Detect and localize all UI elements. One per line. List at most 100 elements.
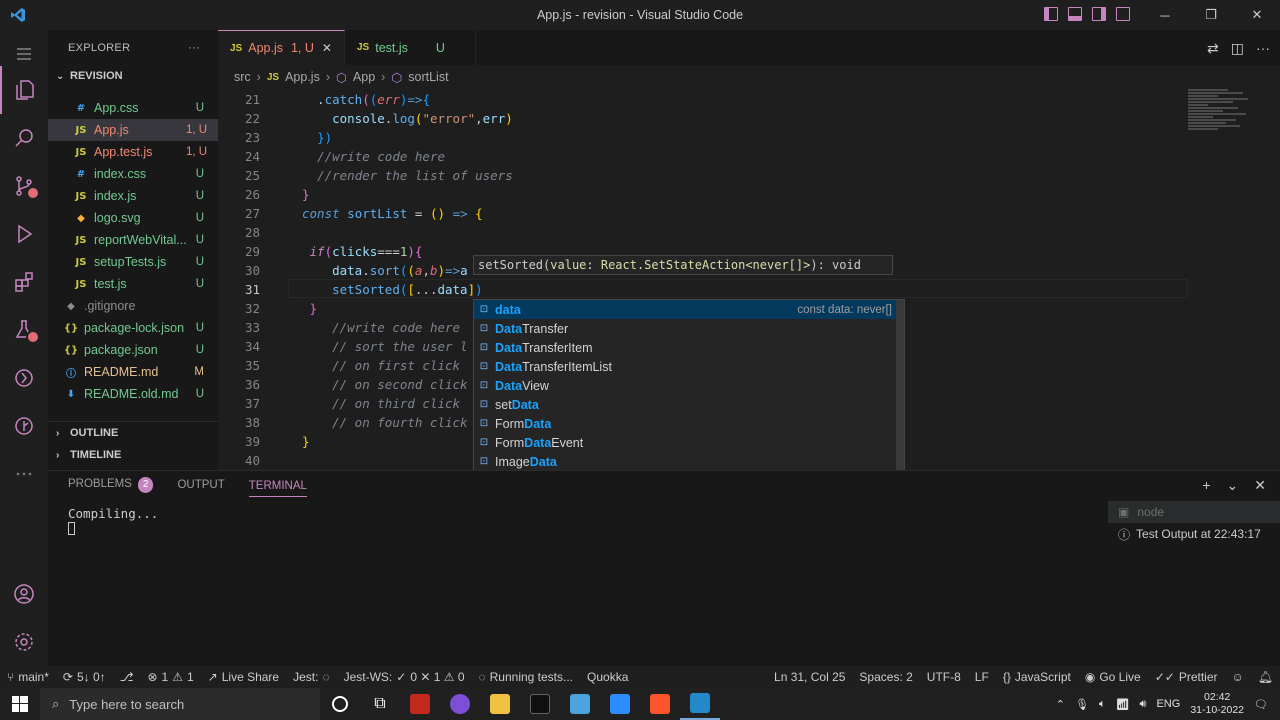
suggestion-item[interactable]: ⊡ DataView	[474, 376, 904, 395]
accounts-icon[interactable]	[0, 570, 48, 618]
close-tab-icon[interactable]: ✕	[322, 41, 332, 55]
branch-status[interactable]: ⑂ main*	[0, 670, 56, 684]
minimap[interactable]	[1188, 88, 1268, 188]
app-icon-1[interactable]	[400, 688, 440, 720]
close-window-button[interactable]: ✕	[1234, 0, 1280, 30]
chevron-up-icon[interactable]: ⌃	[1056, 698, 1065, 711]
taskbar-search-box[interactable]: ⌕ Type here to search	[40, 688, 320, 720]
sync-status[interactable]: ⟳ 5↓ 0↑	[56, 670, 113, 684]
file-item[interactable]: {} package-lock.json U	[48, 317, 218, 339]
suggestion-item[interactable]: ⊡ DataTransferItem	[474, 338, 904, 357]
compare-changes-icon[interactable]: ⇄	[1207, 40, 1219, 57]
keyboard-language[interactable]: ENG	[1156, 698, 1180, 710]
breadcrumb-item[interactable]: App.js	[285, 70, 320, 84]
file-item[interactable]: JS test.js U	[48, 273, 218, 295]
breadcrumb-item[interactable]: sortList	[408, 70, 448, 84]
language-mode[interactable]: {} JavaScript	[996, 670, 1078, 684]
file-item[interactable]: JS index.js U	[48, 185, 218, 207]
file-item[interactable]: ⓘ README.md M	[48, 361, 218, 383]
file-item[interactable]: {} package.json U	[48, 339, 218, 361]
suggest-scrollbar[interactable]	[896, 300, 904, 480]
wifi-icon[interactable]: 📶︎	[1116, 698, 1130, 711]
breadcrumb-item[interactable]: src	[234, 70, 251, 84]
toggle-primary-sidebar-icon[interactable]	[1044, 7, 1058, 21]
suggestion-item[interactable]: ⊡ setData	[474, 395, 904, 414]
maximize-button[interactable]: ❐	[1188, 0, 1234, 30]
explorer-icon[interactable]	[0, 66, 48, 114]
more-actions-icon[interactable]: ···	[1256, 40, 1270, 57]
close-panel-icon[interactable]: ✕	[1254, 477, 1266, 494]
more-views-icon[interactable]	[0, 450, 48, 498]
terminal-item-node[interactable]: ▣ node	[1108, 501, 1280, 523]
terminal-item-test-output[interactable]: ⓘ Test Output at 22:43:17	[1108, 523, 1280, 545]
brave-browser-icon[interactable]	[640, 688, 680, 720]
minimize-button[interactable]: ─	[1142, 0, 1188, 30]
app-icon-3[interactable]	[560, 688, 600, 720]
breadcrumb-item[interactable]: App	[353, 70, 375, 84]
end-of-line[interactable]: LF	[968, 670, 996, 684]
tab-terminal[interactable]: TERMINAL	[248, 480, 307, 497]
tab-output[interactable]: OUTPUT	[177, 479, 224, 491]
encoding[interactable]: UTF-8	[920, 670, 968, 684]
zoom-icon[interactable]	[600, 688, 640, 720]
file-item[interactable]: ◆ .gitignore	[48, 295, 218, 317]
suggestion-item[interactable]: ⊡ FormDataEvent	[474, 433, 904, 452]
git-graph-icon[interactable]	[0, 402, 48, 450]
go-live-button[interactable]: ◉ Go Live	[1078, 670, 1148, 684]
toggle-panel-icon[interactable]	[1068, 7, 1082, 21]
suggestion-item[interactable]: ⊡ FormData	[474, 414, 904, 433]
volume-icon[interactable]: 🔊︎	[1140, 698, 1147, 711]
jest-status[interactable]: Jest: ◌	[286, 670, 336, 684]
file-item[interactable]: # index.css U	[48, 163, 218, 185]
toggle-secondary-sidebar-icon[interactable]	[1092, 7, 1106, 21]
clock[interactable]: 02:42 31-10-2022	[1190, 691, 1244, 717]
running-tests-status[interactable]: ◌ Running tests...	[472, 670, 581, 684]
terminal-output[interactable]: Compiling...	[68, 505, 158, 539]
terminal-dropdown-icon[interactable]: ⌄	[1227, 477, 1239, 494]
tab-test-js[interactable]: JS test.js U	[345, 30, 476, 65]
file-item[interactable]: JS setupTests.js U	[48, 251, 218, 273]
task-view-icon[interactable]: ⧉	[360, 688, 400, 720]
split-editor-icon[interactable]: ◫	[1231, 40, 1244, 57]
suggestion-item[interactable]: ⊡ DataTransferItemList	[474, 357, 904, 376]
file-item[interactable]: JS App.test.js 1, U	[48, 141, 218, 163]
tab-problems[interactable]: PROBLEMS 2	[68, 477, 154, 493]
cursor-position[interactable]: Ln 31, Col 25	[767, 670, 852, 684]
folder-item-src[interactable]	[48, 87, 218, 97]
project-folder-header[interactable]: ⌄ REVISION	[48, 65, 218, 87]
live-share-status[interactable]: ↗ Live Share	[201, 670, 286, 684]
suggestion-item[interactable]: ⊡ ImageData	[474, 452, 904, 471]
app-icon-2[interactable]	[440, 688, 480, 720]
file-item[interactable]: ◆ logo.svg U	[48, 207, 218, 229]
git-graph-status[interactable]: ⎇	[113, 670, 141, 684]
problems-status[interactable]: ⊗ 1 ⚠ 1	[140, 670, 200, 684]
vscode-taskbar-icon[interactable]	[680, 688, 720, 720]
more-actions-icon[interactable]: ···	[188, 42, 200, 54]
speaker-icon[interactable]: 🔈︎	[1099, 698, 1106, 711]
quokka-status[interactable]: Quokka	[580, 670, 635, 684]
suggestion-item[interactable]: ⊡ DataTransfer	[474, 319, 904, 338]
indentation[interactable]: Spaces: 2	[852, 670, 919, 684]
file-item[interactable]: JS reportWebVital... U	[48, 229, 218, 251]
new-terminal-icon[interactable]: +	[1202, 477, 1210, 494]
file-item[interactable]: ⬇ README.old.md U	[48, 383, 218, 405]
run-debug-icon[interactable]	[0, 210, 48, 258]
file-item[interactable]: # App.css U	[48, 97, 218, 119]
jest-ws-status[interactable]: Jest-WS: ✓ 0 ✕ 1 ⚠ 0	[337, 670, 472, 684]
notifications-icon[interactable]: 🔔︎	[1251, 670, 1280, 684]
settings-gear-icon[interactable]	[0, 618, 48, 666]
testing-icon[interactable]	[0, 306, 48, 354]
file-explorer-icon[interactable]	[480, 688, 520, 720]
file-item[interactable]: JS App.js 1, U	[48, 119, 218, 141]
source-control-icon[interactable]	[0, 162, 48, 210]
customize-layout-icon[interactable]	[1116, 7, 1130, 21]
outline-section[interactable]: › OUTLINE	[48, 422, 218, 444]
prettier-status[interactable]: ✓✓ Prettier	[1148, 670, 1225, 684]
notification-center-icon[interactable]: 🗨︎	[1254, 698, 1268, 711]
feedback-icon[interactable]: ☺	[1225, 670, 1251, 684]
cortana-icon[interactable]	[320, 688, 360, 720]
extensions-icon[interactable]	[0, 258, 48, 306]
quokka-icon[interactable]	[0, 354, 48, 402]
timeline-section[interactable]: › TIMELINE	[48, 444, 218, 466]
microphone-icon[interactable]: 🎙︎	[1075, 698, 1089, 711]
